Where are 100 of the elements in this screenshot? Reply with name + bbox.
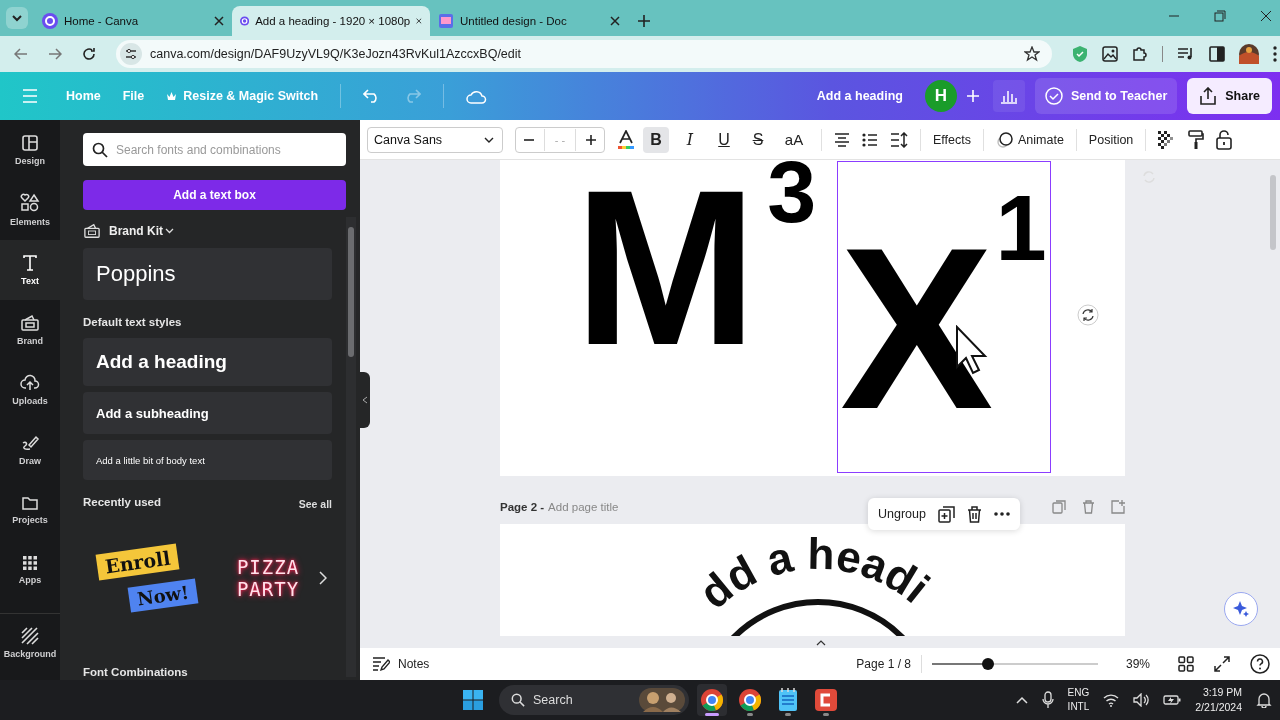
close-icon[interactable] [610, 16, 620, 26]
close-icon[interactable] [1260, 10, 1272, 22]
share-button[interactable]: Share [1187, 78, 1272, 114]
forward-icon[interactable] [48, 48, 62, 60]
zoom-percentage[interactable]: 39% [1118, 657, 1158, 671]
sidebar-item[interactable]: Design [0, 120, 60, 180]
sidebar-item[interactable]: Uploads [0, 360, 60, 420]
language-indicator[interactable]: ENG INTL [1067, 686, 1090, 714]
brand-icon [20, 314, 40, 332]
lock-icon[interactable] [1216, 129, 1233, 150]
format-toggle[interactable]: S [745, 126, 771, 153]
microphone-icon[interactable] [1041, 691, 1054, 709]
text-style-card[interactable]: Add a subheading [83, 392, 332, 434]
sidebar-item[interactable]: Brand [0, 300, 60, 360]
volume-icon[interactable] [1133, 693, 1150, 707]
taskbar-app[interactable] [697, 684, 727, 716]
reload-icon[interactable] [82, 47, 96, 61]
new-tab-icon[interactable] [638, 15, 650, 27]
sidebar-item[interactable]: Projects [0, 480, 60, 540]
help-icon[interactable] [1250, 654, 1270, 674]
ungroup-button[interactable]: Ungroup [878, 507, 926, 521]
sidebar-item[interactable]: Draw [0, 420, 60, 480]
duplicate-icon[interactable] [937, 505, 955, 523]
notes-button[interactable]: Notes [372, 656, 430, 672]
tab-search-button[interactable] [6, 7, 28, 29]
brand-kit-dropdown[interactable]: Brand Kit [109, 224, 174, 238]
design-page[interactable]: dd a headi [500, 524, 1125, 636]
user-avatar[interactable]: H [924, 80, 957, 112]
animate-icon [996, 130, 1014, 149]
add-icon[interactable] [966, 90, 979, 102]
taskbar-search[interactable]: Search [499, 685, 689, 715]
cloud-icon[interactable] [466, 88, 489, 104]
effects-button[interactable]: Effects [933, 132, 971, 147]
see-all-link[interactable]: See all [298, 498, 332, 510]
browser-tab[interactable]: Untitled design - Doc [430, 6, 628, 36]
side-panel-icon[interactable] [1209, 46, 1225, 62]
chevron-right-icon[interactable] [319, 571, 327, 585]
send-to-teacher-button[interactable]: Send to Teacher [1034, 78, 1178, 114]
scrollbar[interactable] [346, 217, 356, 677]
format-toggle[interactable]: U [711, 126, 737, 153]
bullet-list-icon[interactable] [862, 132, 878, 147]
grid-view-icon[interactable] [1178, 656, 1194, 672]
notes-icon [372, 656, 390, 672]
trash-icon[interactable] [966, 505, 982, 523]
fullscreen-icon[interactable] [1214, 656, 1230, 672]
design-text[interactable]: M$^{3}$ [574, 160, 817, 378]
font-card[interactable]: Poppins [83, 248, 332, 300]
format-toggle[interactable]: aA [779, 126, 809, 153]
wifi-icon[interactable] [1103, 693, 1120, 707]
close-icon[interactable] [416, 16, 422, 26]
plus-icon[interactable] [586, 134, 596, 145]
restore-icon[interactable] [1214, 10, 1226, 22]
sidebar-item[interactable]: Text [0, 240, 60, 300]
design-title[interactable]: Add a heading [816, 89, 903, 103]
design-text[interactable]: X$^{1}$ [838, 162, 1050, 472]
address-field[interactable]: canva.com/design/DAF9UzyVL9Q/K3eJozn43RvKul1AzccxBQ/edit [116, 40, 1052, 68]
text-template[interactable]: PIZZA PARTY [223, 533, 313, 623]
media-queue-icon[interactable] [1177, 47, 1195, 61]
format-toggle[interactable]: I [677, 126, 703, 153]
animate-button[interactable]: Animate [996, 130, 1064, 149]
puzzle-icon[interactable] [1132, 46, 1148, 62]
text-color-icon[interactable] [617, 129, 635, 150]
image-icon[interactable] [1102, 46, 1118, 62]
paint-roller-icon[interactable] [1188, 129, 1205, 150]
insights-button[interactable] [992, 80, 1025, 112]
format-toggle[interactable]: B [643, 126, 669, 153]
duplicate-page-icon[interactable] [1052, 500, 1066, 514]
sidebar-item[interactable]: Elements [0, 180, 60, 240]
line-spacing-icon[interactable] [890, 131, 908, 148]
site-settings-icon[interactable] [120, 43, 142, 65]
chevron-up-icon[interactable] [816, 640, 826, 646]
close-icon[interactable] [214, 16, 224, 26]
battery-icon[interactable] [1163, 694, 1182, 706]
bookmark-star-icon[interactable] [1024, 46, 1040, 62]
search-field[interactable]: Search fonts and combinations [83, 133, 346, 166]
panel-collapse-handle[interactable] [360, 372, 370, 428]
add-page-icon[interactable] [1111, 500, 1125, 514]
page-indicator-button[interactable]: Page 1 / 8 [856, 657, 911, 671]
position-button[interactable]: Position [1088, 132, 1134, 147]
text-style-card[interactable]: Add a heading [83, 338, 332, 386]
page-title-field[interactable]: Add page title [548, 501, 659, 513]
font-dropdown[interactable]: Canva Sans [367, 126, 503, 153]
browser-logo-icon [700, 688, 724, 712]
clock[interactable]: 3:19 PM 2/21/2024 [1195, 685, 1242, 715]
more-icon[interactable] [1273, 46, 1277, 62]
curved-text[interactable]: dd a headi [689, 528, 939, 618]
more-icon[interactable] [993, 512, 1010, 516]
back-icon[interactable] [14, 48, 28, 60]
rotate-icon[interactable] [1077, 304, 1099, 326]
text-style-card[interactable]: Add a little bit of body text [83, 440, 332, 480]
text-template[interactable]: Enroll Now! [83, 533, 203, 623]
notification-bell-icon[interactable] [1256, 692, 1272, 708]
align-center-icon[interactable] [834, 132, 850, 147]
add-text-box-button[interactable]: Add a text box [83, 180, 346, 210]
windows-start-icon[interactable] [463, 690, 483, 710]
browser-tab[interactable]: Add a heading - 1920 × 1080p [232, 6, 430, 36]
minus-icon[interactable] [524, 138, 534, 141]
browser-tab[interactable]: Home - Canva [34, 6, 232, 36]
magic-assistant-button[interactable] [1224, 592, 1258, 626]
sidebar-item[interactable]: Apps [0, 540, 60, 600]
